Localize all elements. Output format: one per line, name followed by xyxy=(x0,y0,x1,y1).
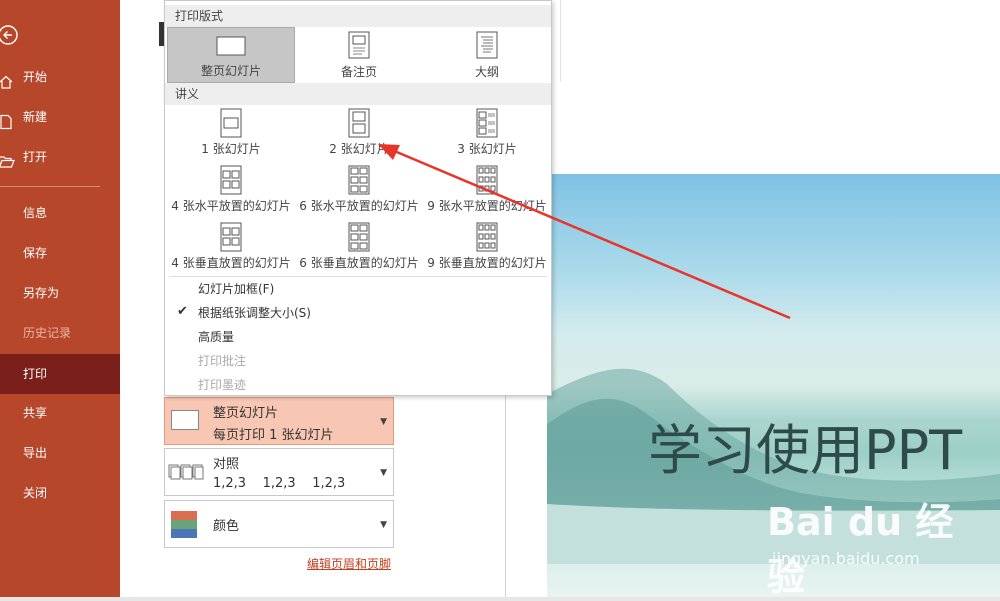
watermark-sub: jingyan.baidu.com xyxy=(772,549,920,568)
sidebar-item-label: 开始 xyxy=(23,70,48,84)
handout-option-1-slide[interactable]: 1 张幻灯片 xyxy=(167,108,295,163)
handout-9v-icon xyxy=(476,222,498,252)
layout-option-full-page[interactable]: 整页幻灯片 xyxy=(167,27,295,83)
menu-item-label: 打印批注 xyxy=(198,354,247,368)
sidebar-item-print[interactable]: 打印 xyxy=(0,354,120,394)
back-arrow-icon xyxy=(0,25,18,45)
option-label: 9 张垂直放置的幻灯片 xyxy=(427,256,547,270)
menu-item-print-comments[interactable]: 打印批注 xyxy=(198,352,246,369)
handout-6v-icon xyxy=(348,222,370,252)
collate-setting[interactable]: 对照 1,2,3 1,2,3 1,2,3 ▼ xyxy=(164,448,394,496)
new-file-icon xyxy=(0,109,14,143)
option-label: 整页幻灯片 xyxy=(200,64,261,78)
handout-option-3-slides[interactable]: 3 张幻灯片 xyxy=(423,108,551,163)
layout-setting-title: 整页幻灯片 xyxy=(213,406,279,421)
layout-setting[interactable]: 整页幻灯片 每页打印 1 张幻灯片 ▼ xyxy=(164,397,394,445)
sidebar-item-open[interactable]: 打开 xyxy=(0,140,120,174)
layout-option-notes[interactable]: 备注页 xyxy=(295,27,423,83)
option-label: 6 张水平放置的幻灯片 xyxy=(299,199,419,213)
option-label: 2 张幻灯片 xyxy=(329,142,389,156)
handout-4v-icon xyxy=(220,222,242,252)
sidebar-item-export[interactable]: 导出 xyxy=(0,436,120,470)
option-label: 4 张水平放置的幻灯片 xyxy=(171,199,291,213)
menu-item-label: 根据纸张调整大小(S) xyxy=(198,306,311,320)
sidebar-item-save-as[interactable]: 另存为 xyxy=(0,276,120,310)
print-layout-dropdown: 打印版式 整页幻灯片 备注页 大纲 讲义 1 张幻灯片 2 张幻灯片 3 张幻灯… xyxy=(164,0,552,396)
sidebar-item-label: 保存 xyxy=(23,246,48,260)
full-page-slide-icon xyxy=(171,410,199,430)
notes-page-icon xyxy=(348,31,370,59)
handout-option-2-slides[interactable]: 2 张幻灯片 xyxy=(295,108,423,163)
menu-item-label: 幻灯片加框(F) xyxy=(198,282,275,296)
handout-option-4-vertical[interactable]: 4 张垂直放置的幻灯片 xyxy=(167,222,295,277)
slide-title: 学习使用PPT xyxy=(648,419,963,482)
handout-option-6-vertical[interactable]: 6 张垂直放置的幻灯片 xyxy=(295,222,423,277)
handout-option-6-horizontal[interactable]: 6 张水平放置的幻灯片 xyxy=(295,165,423,220)
handout-4h-icon xyxy=(220,165,242,195)
sidebar-item-home[interactable]: 开始 xyxy=(0,60,120,94)
collate-setting-title: 对照 xyxy=(213,457,240,472)
chevron-down-icon: ▼ xyxy=(380,468,387,478)
sidebar-item-label: 信息 xyxy=(23,206,48,220)
layout-setting-subtitle: 每页打印 1 张幻灯片 xyxy=(213,428,334,443)
collate-setting-subtitle: 1,2,3 1,2,3 1,2,3 xyxy=(213,476,346,491)
menu-item-label: 高质量 xyxy=(198,330,235,344)
handout-option-4-horizontal[interactable]: 4 张水平放置的幻灯片 xyxy=(167,165,295,220)
full-page-slide-icon xyxy=(216,36,246,56)
handout-3-icon xyxy=(476,108,498,138)
sidebar-item-info[interactable]: 信息 xyxy=(0,196,120,230)
sidebar-item-history[interactable]: 历史记录 xyxy=(0,316,120,350)
print-layout-header: 打印版式 xyxy=(165,5,551,27)
sidebar-item-save[interactable]: 保存 xyxy=(0,236,120,270)
sidebar-item-new[interactable]: 新建 xyxy=(0,100,120,134)
watermark-main: Bai du 经验 xyxy=(767,500,954,599)
sidebar-item-label: 关闭 xyxy=(23,486,48,500)
baidu-watermark: Bai du 经验 jingyan.baidu.com xyxy=(767,485,957,599)
handout-9h-icon xyxy=(476,165,498,195)
sidebar-item-label: 新建 xyxy=(23,110,48,124)
collate-icon xyxy=(168,464,204,480)
option-label: 9 张水平放置的幻灯片 xyxy=(427,199,547,213)
handouts-header: 讲义 xyxy=(165,83,551,105)
option-label: 备注页 xyxy=(340,65,377,79)
handout-2-icon xyxy=(348,108,370,138)
backstage-sidebar: 开始 新建 打开 信息 保存 另存为 历史记录 打印 共享 导出 关闭 xyxy=(0,0,120,597)
chevron-down-icon: ▼ xyxy=(380,417,387,427)
folder-icon xyxy=(0,149,16,183)
sidebar-item-label: 共享 xyxy=(23,406,48,420)
option-label: 4 张垂直放置的幻灯片 xyxy=(171,256,291,270)
sidebar-item-label: 导出 xyxy=(23,446,48,460)
handout-6h-icon xyxy=(348,165,370,195)
layout-option-outline[interactable]: 大纲 xyxy=(423,27,551,83)
handout-option-9-vertical[interactable]: 9 张垂直放置的幻灯片 xyxy=(423,222,551,277)
home-icon xyxy=(0,69,14,103)
option-label: 1 张幻灯片 xyxy=(201,142,261,156)
color-swatch-icon xyxy=(171,511,197,538)
color-setting[interactable]: 颜色 ▼ xyxy=(164,500,394,548)
edit-header-footer-link[interactable]: 编辑页眉和页脚 xyxy=(307,555,391,572)
sidebar-divider xyxy=(0,186,100,187)
handout-option-9-horizontal[interactable]: 9 张水平放置的幻灯片 xyxy=(423,165,551,220)
menu-item-print-ink[interactable]: 打印墨迹 xyxy=(198,376,246,393)
menu-divider xyxy=(169,276,547,277)
sidebar-item-share[interactable]: 共享 xyxy=(0,396,120,430)
color-setting-title: 颜色 xyxy=(213,519,240,534)
handout-1-icon xyxy=(220,108,242,138)
back-button[interactable] xyxy=(0,22,24,46)
outline-icon xyxy=(476,31,498,59)
menu-item-scale-to-fit[interactable]: ✔ 根据纸张调整大小(S) xyxy=(177,304,311,321)
sidebar-item-close[interactable]: 关闭 xyxy=(0,476,120,510)
sidebar-item-label: 打印 xyxy=(23,367,48,381)
menu-item-high-quality[interactable]: 高质量 xyxy=(198,328,234,345)
sidebar-item-label: 打开 xyxy=(23,150,48,164)
chevron-down-icon: ▼ xyxy=(380,520,387,530)
menu-item-frame-slides[interactable]: 幻灯片加框(F) xyxy=(198,280,274,297)
option-label: 3 张幻灯片 xyxy=(457,142,517,156)
sidebar-item-label: 历史记录 xyxy=(23,326,72,340)
checkmark-icon: ✔ xyxy=(177,304,188,319)
menu-item-label: 打印墨迹 xyxy=(198,378,247,392)
option-label: 6 张垂直放置的幻灯片 xyxy=(299,256,419,270)
option-label: 大纲 xyxy=(474,65,499,79)
sidebar-item-label: 另存为 xyxy=(23,286,60,300)
